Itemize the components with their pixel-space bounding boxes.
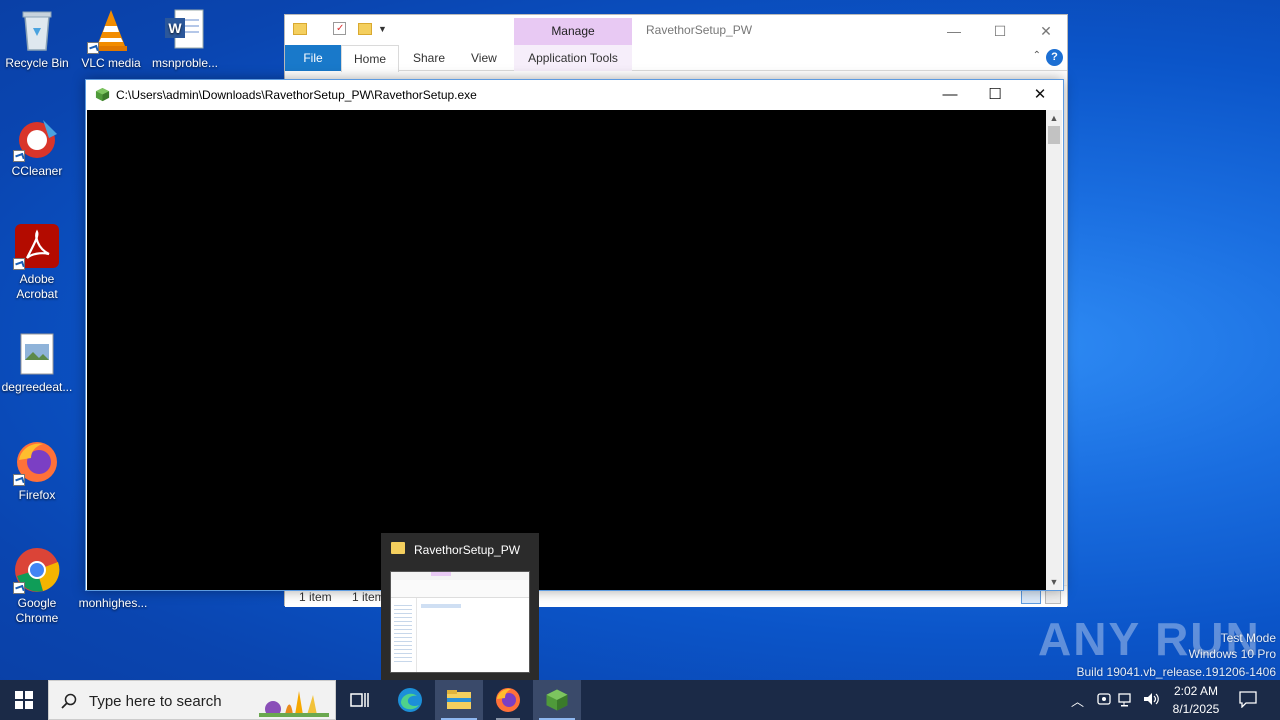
- action-center-icon[interactable]: [1238, 690, 1258, 711]
- desktop-icon-label: VLC media: [81, 56, 141, 70]
- tab-view[interactable]: View: [465, 45, 503, 71]
- desktop-icon-vlc[interactable]: VLC media: [74, 6, 148, 71]
- tab-share[interactable]: Share: [407, 45, 451, 71]
- clock-date[interactable]: 8/1/2025: [1170, 702, 1222, 716]
- desktop-icon-label: Adobe Acrobat: [16, 272, 58, 301]
- collapse-ribbon-icon[interactable]: ⌃: [1033, 50, 1041, 61]
- show-hidden-icons-button[interactable]: ︿: [1071, 691, 1084, 710]
- desktop-icon-recycle-bin[interactable]: Recycle Bin: [0, 6, 74, 71]
- desktop-icon-label: msnproble...: [151, 56, 219, 70]
- task-view-icon: [350, 693, 369, 707]
- minimize-button[interactable]: —: [927, 80, 973, 110]
- shortcut-arrow-icon: [13, 474, 25, 486]
- svg-text:W: W: [168, 20, 182, 36]
- windows-edition-label: Windows 10 Pro: [1188, 647, 1276, 661]
- windows-build-label: Build 19041.vb_release.191206-1406: [1076, 665, 1277, 679]
- manage-context-tab[interactable]: Manage: [514, 18, 632, 45]
- taskbar-search-box[interactable]: Type here to search: [48, 680, 336, 720]
- status-item-count-2: 1 item: [352, 590, 385, 604]
- search-icon: [61, 693, 77, 709]
- image-file-icon: [13, 330, 61, 378]
- start-button[interactable]: [0, 680, 48, 720]
- volume-icon[interactable]: [1142, 690, 1160, 711]
- word-document-icon: W: [161, 6, 209, 54]
- windows-logo-icon: [15, 691, 33, 709]
- ribbon-tabs: File Home Share View Application Tools ⌃…: [285, 45, 1067, 72]
- close-button[interactable]: ✕: [1023, 19, 1069, 43]
- taskbar-ravethor-button[interactable]: [533, 680, 581, 720]
- recycle-bin-icon: [13, 6, 61, 54]
- scrollbar-thumb[interactable]: [1048, 126, 1060, 144]
- folder-icon: [391, 542, 405, 554]
- taskbar: Type here to search ︿ 2:02 AM 8/1/2025: [0, 680, 1280, 720]
- acrobat-icon: [13, 222, 61, 270]
- console-titlebar: C:\Users\admin\Downloads\RavethorSetup_P…: [86, 80, 1063, 110]
- firefox-icon: [13, 438, 61, 486]
- desktop-icon-label: Firefox: [18, 488, 56, 502]
- task-view-button[interactable]: [336, 680, 384, 720]
- chrome-icon: [13, 546, 61, 594]
- console-window[interactable]: C:\Users\admin\Downloads\RavethorSetup_P…: [85, 79, 1064, 591]
- test-mode-label: Test Mode: [1220, 631, 1276, 645]
- edge-icon: [398, 688, 422, 712]
- search-highlight-illustration-icon: [259, 685, 329, 717]
- help-icon[interactable]: ?: [1046, 49, 1063, 66]
- console-output-area[interactable]: [87, 110, 1047, 590]
- preview-title: RavethorSetup_PW: [414, 543, 521, 557]
- network-icon[interactable]: [1118, 691, 1136, 710]
- taskbar-edge-button[interactable]: [386, 680, 434, 720]
- desktop-icon-msnproble[interactable]: W msnproble...: [148, 6, 222, 71]
- meet-now-icon[interactable]: [1096, 690, 1112, 711]
- desktop-icon-label: monhighes...: [78, 596, 148, 610]
- scroll-down-icon[interactable]: ▼: [1046, 574, 1062, 590]
- taskbar-thumbnail-preview[interactable]: RavethorSetup_PW: [381, 533, 539, 680]
- explorer-titlebar: ✓ ▼ Manage RavethorSetup_PW — ☐ ✕: [285, 15, 1067, 45]
- tab-home[interactable]: Home: [341, 45, 400, 72]
- new-folder-icon[interactable]: [358, 22, 372, 35]
- maximize-button[interactable]: ☐: [972, 80, 1018, 110]
- minimize-button[interactable]: —: [931, 19, 977, 43]
- tab-file[interactable]: File: [285, 45, 341, 71]
- close-button[interactable]: ✕: [1017, 80, 1063, 110]
- desktop-icon-label: degreedeat...: [1, 380, 73, 394]
- desktop-icon-adobe-acrobat[interactable]: Adobe Acrobat: [0, 222, 74, 302]
- shortcut-arrow-icon: [13, 258, 25, 270]
- search-placeholder: Type here to search: [89, 693, 222, 710]
- explorer-window-title: RavethorSetup_PW: [646, 23, 753, 37]
- tab-application-tools[interactable]: Application Tools: [514, 45, 632, 71]
- taskbar-firefox-button[interactable]: [484, 680, 532, 720]
- folder-icon[interactable]: [293, 22, 307, 35]
- desktop-icon-label: Google Chrome: [15, 596, 59, 625]
- shortcut-arrow-icon: [87, 42, 99, 54]
- desktop-icon-degreedeat[interactable]: degreedeat...: [0, 330, 74, 395]
- vertical-scrollbar[interactable]: ▲ ▼: [1046, 110, 1062, 590]
- app-cube-icon: [546, 689, 568, 711]
- window-thumbnail[interactable]: [390, 571, 530, 673]
- desktop-icon-label: CCleaner: [11, 164, 63, 178]
- clock-time[interactable]: 2:02 AM: [1172, 684, 1220, 698]
- firefox-icon: [496, 688, 520, 712]
- desktop-icon-label: Recycle Bin: [5, 56, 69, 70]
- shortcut-arrow-icon: [13, 150, 25, 162]
- desktop-icon-google-chrome[interactable]: Google Chrome: [0, 546, 74, 626]
- properties-icon[interactable]: ✓: [333, 22, 346, 35]
- maximize-button[interactable]: ☐: [977, 19, 1023, 43]
- scroll-up-icon[interactable]: ▲: [1046, 110, 1062, 126]
- desktop-icon-ccleaner[interactable]: CCleaner: [0, 114, 74, 179]
- vlc-icon: [87, 6, 135, 54]
- ccleaner-icon: [13, 114, 61, 162]
- desktop-icon-firefox[interactable]: Firefox: [0, 438, 74, 503]
- quick-access-toolbar: ✓ ▼: [293, 22, 387, 35]
- shortcut-arrow-icon: [13, 582, 25, 594]
- app-cube-icon: [95, 87, 110, 105]
- taskbar-file-explorer-button[interactable]: [435, 680, 483, 720]
- file-explorer-icon: [447, 690, 471, 709]
- status-item-count: 1 item: [299, 590, 332, 604]
- console-window-title: C:\Users\admin\Downloads\RavethorSetup_P…: [116, 88, 477, 102]
- chevron-down-icon[interactable]: ▼: [378, 24, 387, 34]
